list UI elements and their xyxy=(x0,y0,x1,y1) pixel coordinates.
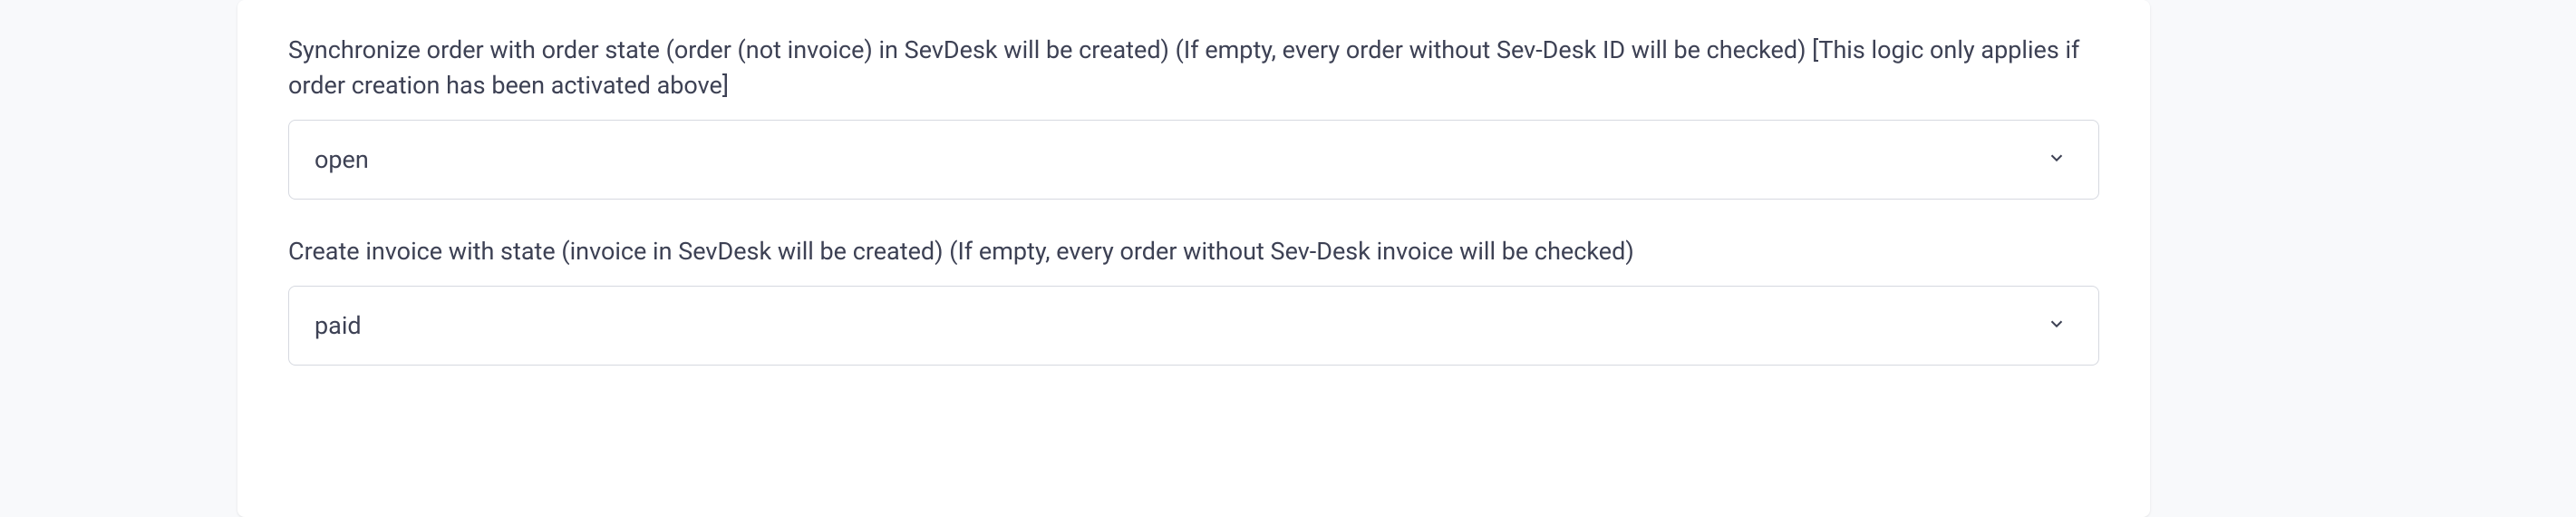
sync-order-selected-value: open xyxy=(315,145,369,174)
settings-card: Synchronize order with order state (orde… xyxy=(237,0,2150,517)
invoice-state-select[interactable]: paid xyxy=(288,286,2099,366)
form-group-invoice-state: Create invoice with state (invoice in Se… xyxy=(288,234,2099,366)
page-container: Synchronize order with order state (orde… xyxy=(0,0,2576,517)
form-group-sync-order: Synchronize order with order state (orde… xyxy=(288,33,2099,200)
invoice-state-select-wrapper: paid xyxy=(288,286,2099,366)
invoice-state-selected-value: paid xyxy=(315,311,362,340)
sync-order-select-wrapper: open xyxy=(288,120,2099,200)
sync-order-label: Synchronize order with order state (orde… xyxy=(288,33,2099,103)
sync-order-select[interactable]: open xyxy=(288,120,2099,200)
invoice-state-label: Create invoice with state (invoice in Se… xyxy=(288,234,2099,269)
